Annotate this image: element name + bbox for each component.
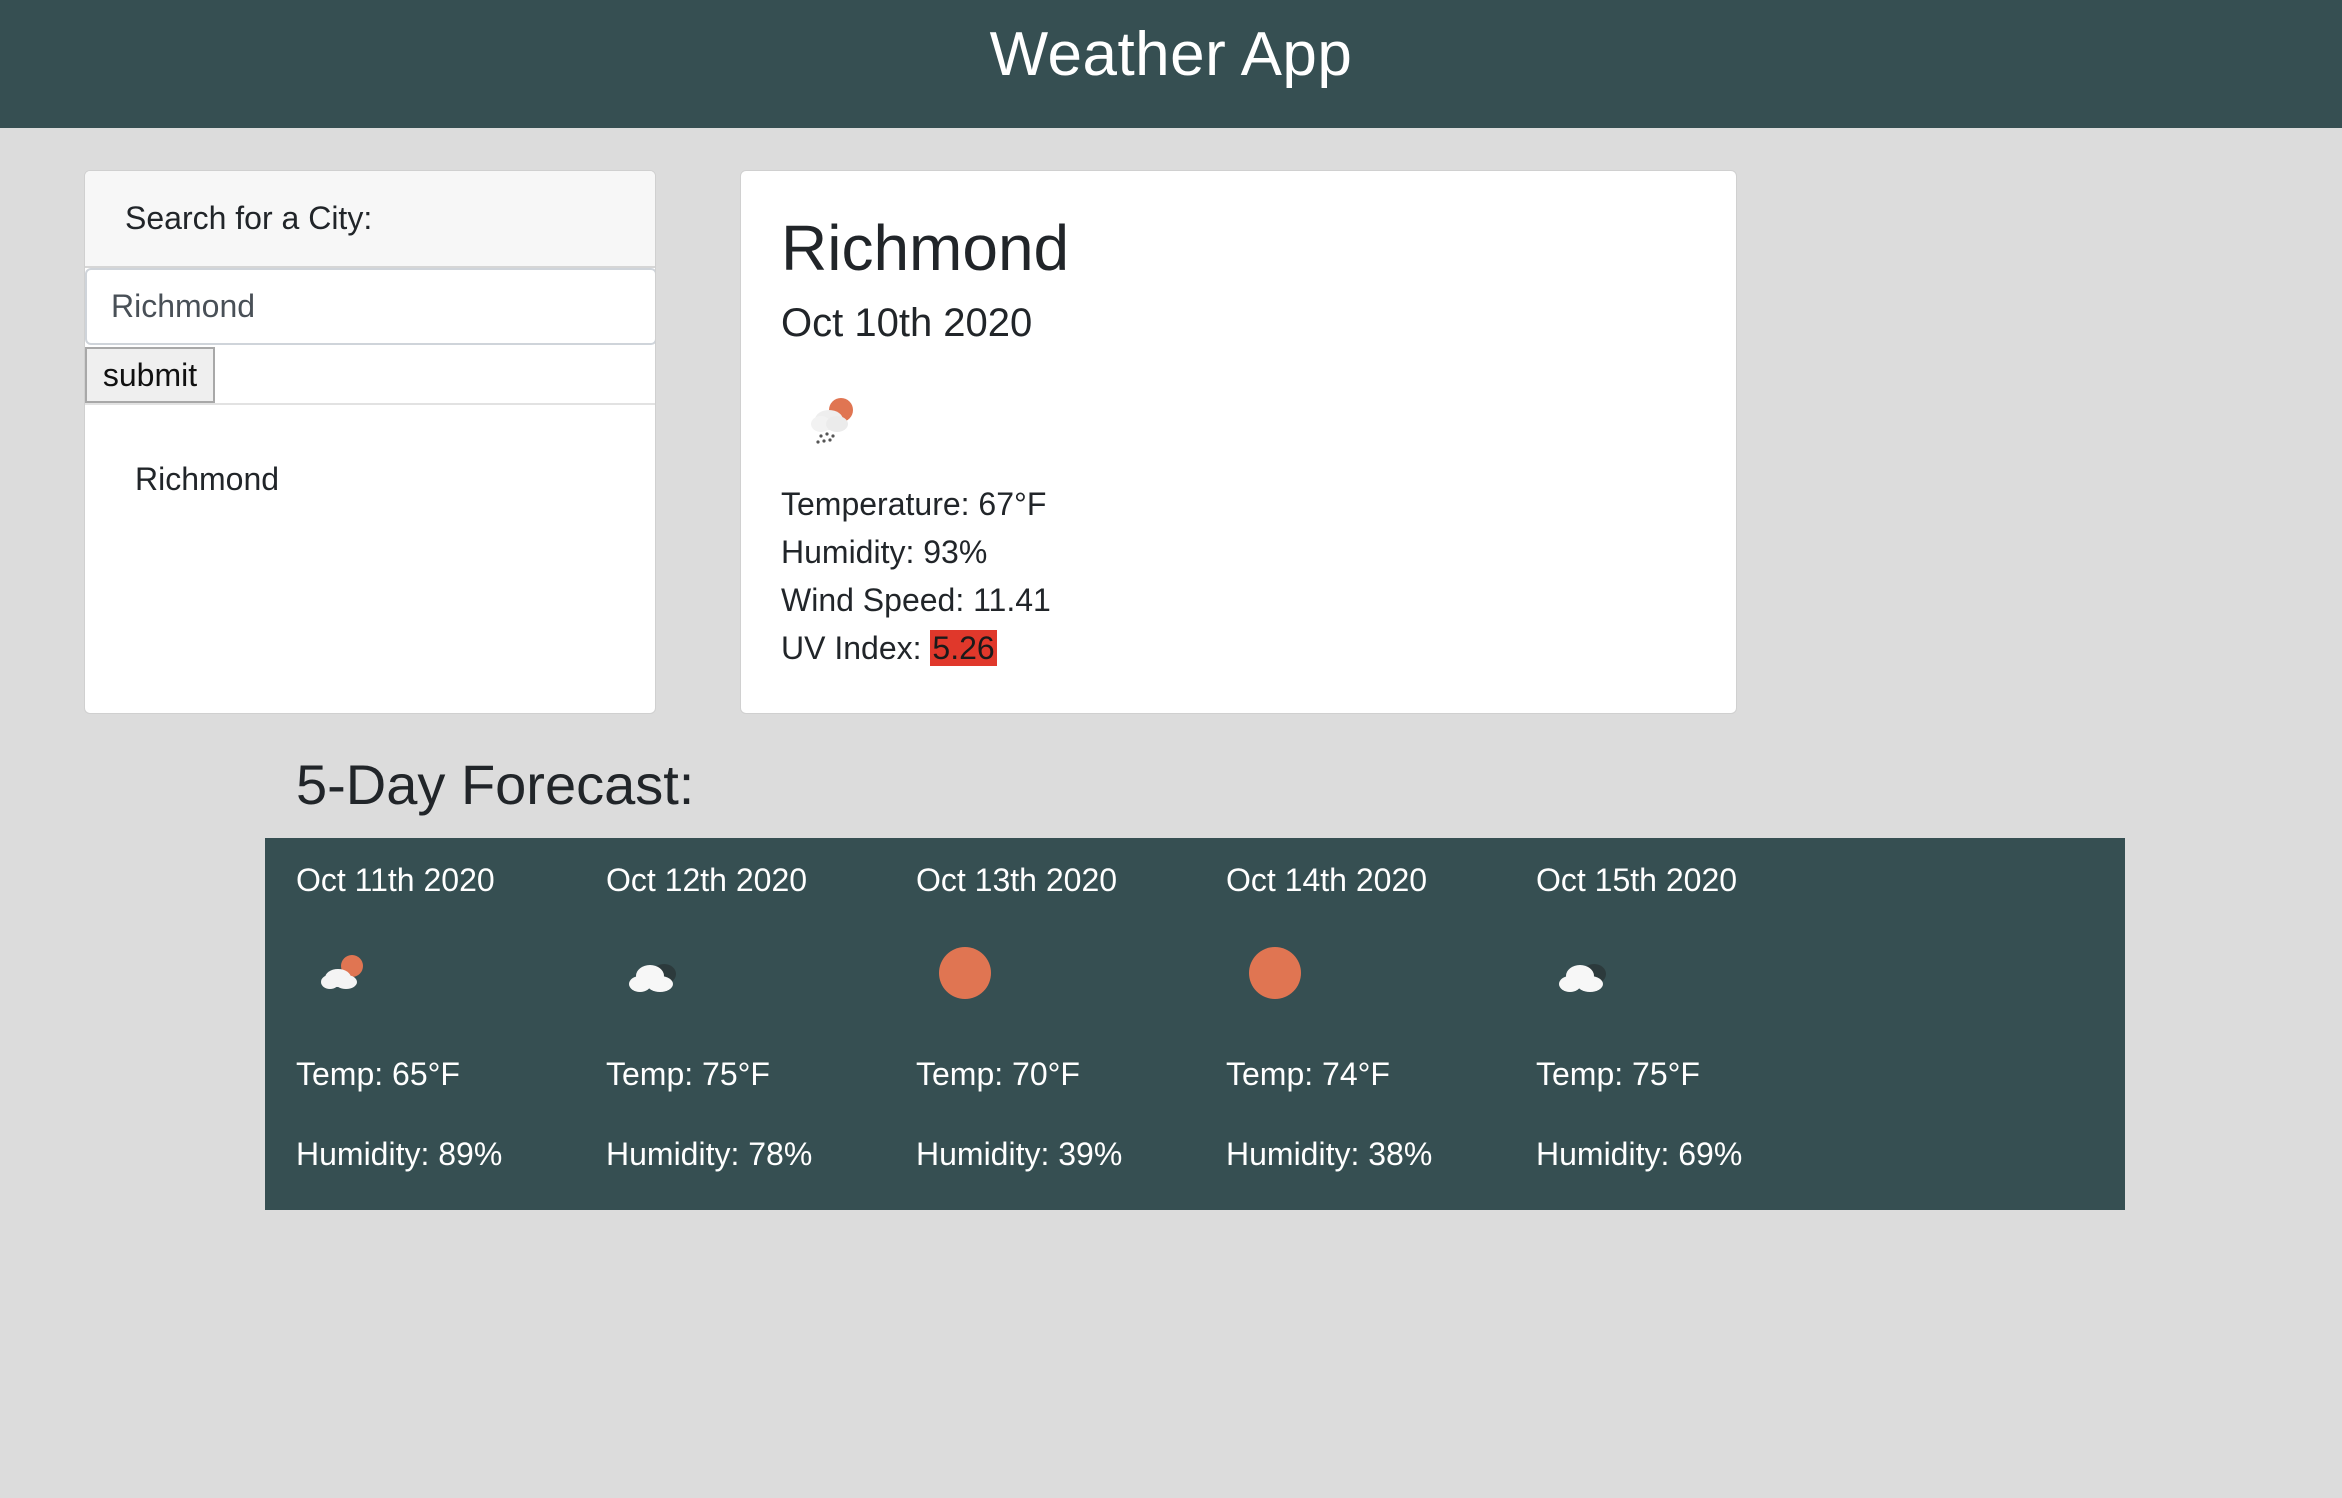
forecast-day-5: Oct 15th 2020 Temp: 75°F Humidity: 69%	[1536, 838, 1846, 1210]
rain-cloud-sun-icon	[811, 398, 853, 444]
sun-icon	[1249, 947, 1301, 999]
forecast-day-1: Oct 11th 2020 Temp: 65°F Humidity: 89%	[296, 838, 606, 1210]
app-title: Weather App	[989, 19, 1353, 89]
forecast-temp: Temp: 75°F	[606, 1056, 770, 1092]
forecast-humidity: Humidity: 39%	[916, 1136, 1123, 1172]
forecast-day-4: Oct 14th 2020 Temp: 74°F Humidity: 38%	[1226, 838, 1536, 1210]
current-city: Richmond	[781, 212, 1070, 284]
forecast-humidity: Humidity: 38%	[1226, 1136, 1433, 1172]
forecast-panel: Oct 11th 2020 Temp: 65°F Humidity: 89% O…	[265, 838, 2125, 1210]
app-header: Weather App	[0, 0, 2342, 128]
forecast-temp: Temp: 75°F	[1536, 1056, 1700, 1092]
forecast-date: Oct 14th 2020	[1226, 862, 1428, 898]
forecast-humidity: Humidity: 69%	[1536, 1136, 1743, 1172]
cloud-icon	[629, 964, 676, 992]
sun-icon	[939, 947, 991, 999]
forecast-temp: Temp: 70°F	[916, 1056, 1080, 1092]
forecast-day-3: Oct 13th 2020 Temp: 70°F Humidity: 39%	[916, 838, 1226, 1210]
divider	[85, 403, 655, 405]
current-wind-speed: Wind Speed: 11.41	[781, 582, 1051, 618]
forecast-date: Oct 15th 2020	[1536, 862, 1738, 898]
current-uv-index: UV Index: 5.26	[781, 630, 997, 667]
search-label: Search for a City:	[85, 171, 655, 268]
current-temperature: Temperature: 67°F	[781, 486, 1047, 522]
forecast-date: Oct 11th 2020	[296, 862, 495, 898]
cloud-icon	[1559, 964, 1606, 992]
current-humidity: Humidity: 93%	[781, 534, 988, 570]
forecast-humidity: Humidity: 89%	[296, 1136, 503, 1172]
forecast-date: Oct 12th 2020	[606, 862, 808, 898]
search-panel: Search for a City: submit Richmond	[84, 170, 656, 714]
uv-index-badge: 5.26	[930, 630, 997, 666]
forecast-temp: Temp: 65°F	[296, 1056, 460, 1092]
search-history-item[interactable]: Richmond	[135, 461, 279, 498]
forecast-title: 5-Day Forecast:	[296, 753, 695, 816]
uv-index-label: UV Index:	[781, 630, 931, 666]
forecast-humidity: Humidity: 78%	[606, 1136, 813, 1172]
forecast-temp: Temp: 74°F	[1226, 1056, 1390, 1092]
forecast-date: Oct 13th 2020	[916, 862, 1118, 898]
city-search-input[interactable]	[85, 268, 655, 345]
submit-button[interactable]: submit	[85, 347, 215, 403]
cloud-sun-icon	[321, 955, 363, 989]
forecast-day-2: Oct 12th 2020 Temp: 75°F Humidity: 78%	[606, 838, 916, 1210]
current-date: Oct 10th 2020	[781, 301, 1033, 345]
current-weather-card: Richmond Oct 10th 2020 Temperature: 67°F…	[740, 170, 1737, 714]
